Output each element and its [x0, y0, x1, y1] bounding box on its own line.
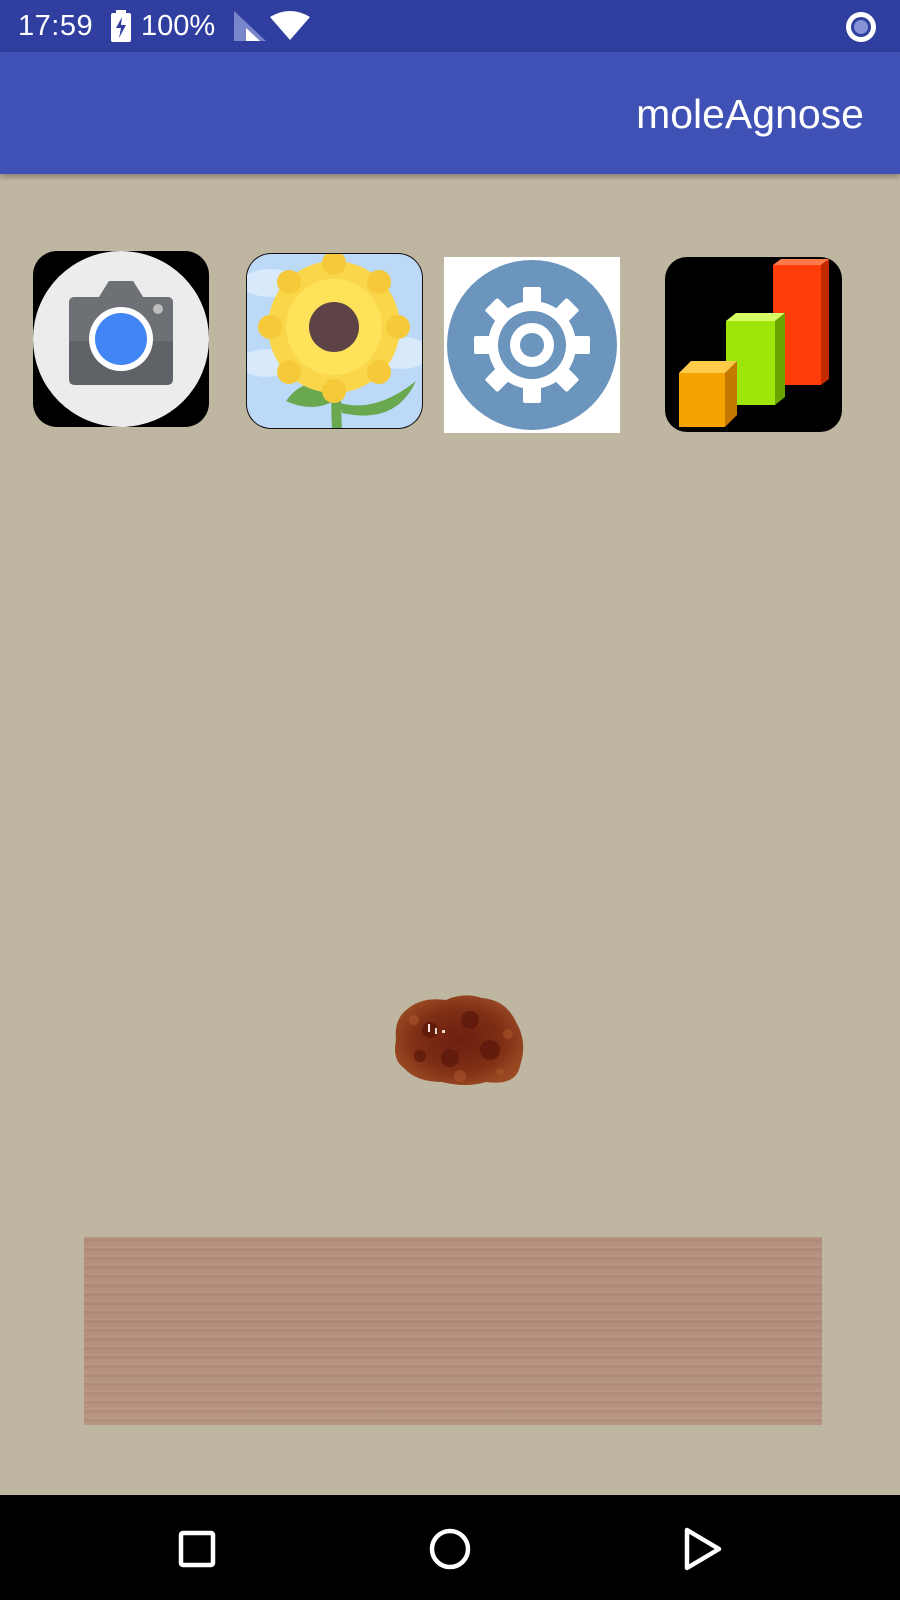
result-text [84, 1237, 822, 1425]
gallery-button[interactable] [246, 253, 423, 429]
wifi-icon [270, 11, 310, 40]
statistics-button[interactable] [665, 257, 842, 432]
home-icon[interactable] [426, 1525, 474, 1573]
app-bar: moleAgnose [0, 52, 900, 174]
result-panel [84, 1237, 822, 1425]
battery-charging-icon [111, 10, 131, 42]
camera-button[interactable] [33, 251, 209, 427]
app-title: moleAgnose [636, 91, 864, 137]
cellular-signal-icon [234, 11, 266, 41]
battery-percentage: 100% [141, 10, 216, 42]
back-icon[interactable] [679, 1525, 727, 1573]
screen-record-icon [846, 12, 876, 42]
status-time: 17:59 [18, 10, 94, 42]
mole-image [395, 995, 524, 1085]
settings-button[interactable] [444, 257, 620, 433]
navigation-bar [0, 1495, 900, 1600]
recents-icon[interactable] [173, 1525, 221, 1573]
status-bar: 17:59 100% [0, 0, 900, 52]
sunflower-gallery-icon [246, 253, 423, 429]
gear-icon [444, 257, 620, 433]
bar-chart-3d-icon [665, 257, 842, 432]
camera-icon [33, 251, 209, 427]
